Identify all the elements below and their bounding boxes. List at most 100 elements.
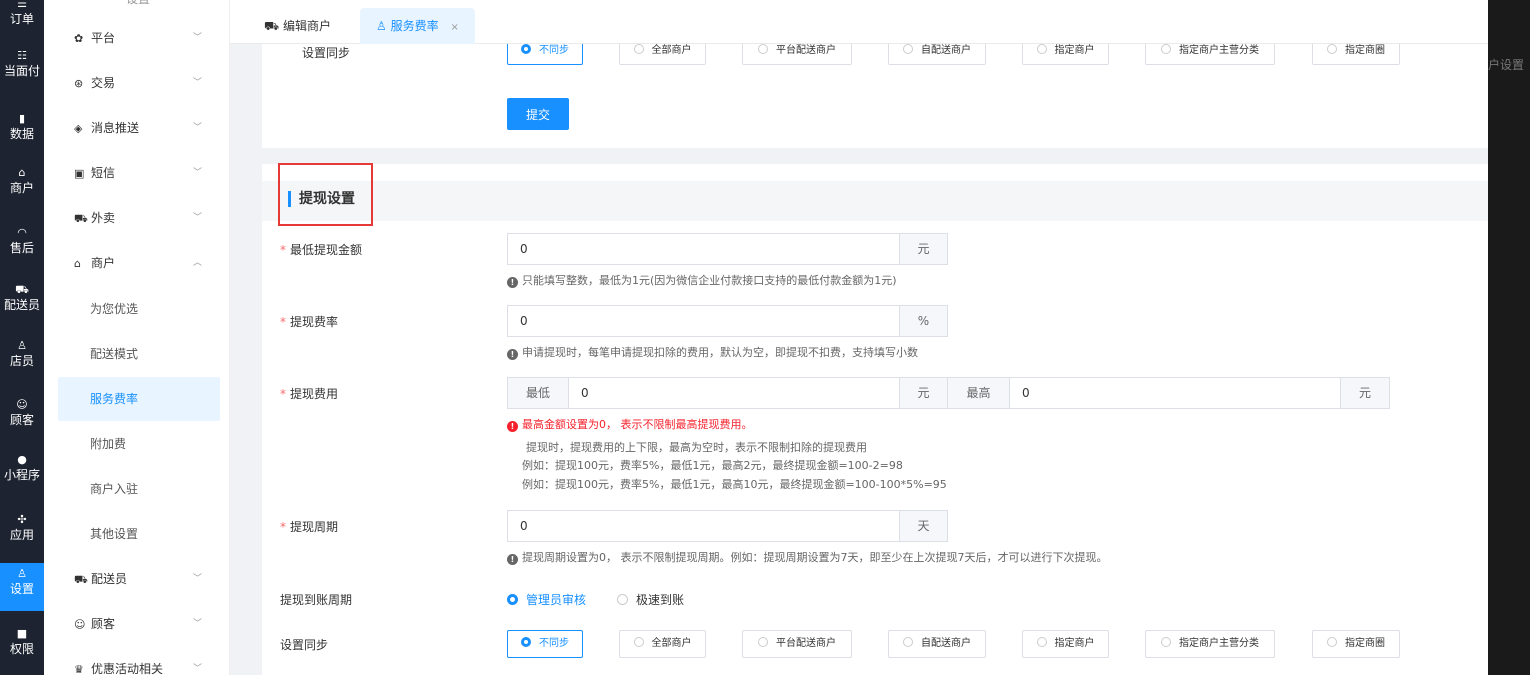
submit-button[interactable]: 提交 xyxy=(507,98,569,130)
menu-label: 交易 xyxy=(91,76,116,90)
radio-label: 指定商户主营分类 xyxy=(1179,45,1259,56)
radio-icon xyxy=(1036,637,1047,647)
radio-label: 平台配送商户 xyxy=(776,638,836,649)
tab-label: 编辑商户 xyxy=(282,19,331,33)
menu-group-platform[interactable]: ✿ 平台 ﹀ xyxy=(44,16,230,60)
store-icon: ⌂ xyxy=(18,166,26,179)
radio-icon xyxy=(758,637,768,647)
rate-input[interactable]: 0 xyxy=(507,305,900,337)
min-amount-input[interactable]: 0 xyxy=(507,233,900,265)
hint-text: 最高金额设置为0， 表示不限制最高提现费用。 xyxy=(522,418,753,431)
cut-off-tab-text: 户设置 xyxy=(1488,58,1525,72)
rail-label: 顾客 xyxy=(9,413,34,427)
list-icon: ☰ xyxy=(17,0,27,10)
rail-miniapp[interactable]: ● 小程序 xyxy=(0,454,44,483)
rail-courier[interactable]: ⛟ 配送员 xyxy=(0,283,44,313)
label-text: 提现周期 xyxy=(290,520,339,534)
radio-icon xyxy=(903,44,913,54)
scooter-icon: ⛟ xyxy=(15,283,29,296)
radio-icon xyxy=(1161,44,1171,54)
menu-group-takeout[interactable]: ⛟ 外卖 ﹀ xyxy=(44,196,230,240)
tab-edit-merchant[interactable]: ⛟ 编辑商户 xyxy=(248,8,347,44)
sync-option-district[interactable]: 指定商圈 xyxy=(1312,630,1400,658)
menu-group-push[interactable]: ◈ 消息推送 ﹀ xyxy=(44,106,230,150)
sync-option-category-top[interactable]: 指定商户主营分类 xyxy=(1145,44,1275,65)
menu-sub-recommend[interactable]: 为您优选 xyxy=(58,287,220,331)
period-hint: ! 提现周期设置为0， 表示不限制提现周期。例如：提现周期设置为7天，即至少在上次… xyxy=(507,549,1108,565)
section-divider xyxy=(262,148,1488,164)
arrival-option-admin[interactable]: 管理员审核 xyxy=(507,591,586,608)
sync-option-all-top[interactable]: 全部商户 xyxy=(619,44,706,65)
sync-option-none-top[interactable]: 不同步 xyxy=(507,44,583,65)
secondary-menu: 设置 ✿平台 ﹀ ⊛交易 ﹀ ◈消息推送 ﹀ ▣短信 ﹀ ⛟外卖 ﹀ ⌂商户 ︿… xyxy=(44,0,230,675)
menu-group-merchant[interactable]: ⌂ 商户 ︿ xyxy=(44,241,230,285)
rail-orders[interactable]: ☰ 订单 xyxy=(0,0,44,28)
period-input[interactable]: 0 xyxy=(507,510,900,542)
rail-label: 数据 xyxy=(9,127,34,141)
menu-sub-surcharge[interactable]: 附加费 xyxy=(58,422,220,466)
fee-hint-line1: 提现时，提现费用的上下限，最高为空时，表示不限制扣除的提现费用 xyxy=(526,441,867,454)
rail-clerk[interactable]: ♙ 店员 xyxy=(0,340,44,369)
sync-option-all[interactable]: 全部商户 xyxy=(619,630,706,658)
rail-customer[interactable]: ☺ 顾客 xyxy=(0,398,44,428)
menu-sub-other-settings[interactable]: 其他设置 xyxy=(58,512,220,556)
fee-max-prefix: 最高 xyxy=(947,377,1010,409)
right-overlay xyxy=(1488,0,1530,675)
sync-option-specified-top[interactable]: 指定商户 xyxy=(1022,44,1109,65)
fee-min-prefix: 最低 xyxy=(507,377,569,409)
customer-icon: ☺ xyxy=(16,398,28,411)
tab-label: 服务费率 xyxy=(390,19,439,33)
sync-option-none[interactable]: 不同步 xyxy=(507,630,583,658)
sync-option-self[interactable]: 自配送商户 xyxy=(888,630,986,658)
tab-service-rate[interactable]: ♙ 服务费率 × xyxy=(360,8,475,44)
radio-label: 指定商户 xyxy=(1054,45,1095,56)
fee-hint-line3: 例如：提现100元，费率5%，最低1元，最高10元，最终提现金额=100-100… xyxy=(522,478,947,491)
min-amount-label: * 最低提现金额 xyxy=(280,243,363,257)
push-icon: ◈ xyxy=(74,122,83,135)
sync-option-self-top[interactable]: 自配送商户 xyxy=(888,44,986,65)
fee-max-input[interactable]: 0 xyxy=(1009,377,1341,409)
headset-icon: ◠ xyxy=(17,226,27,239)
menu-group-customer[interactable]: ☺ 顾客 ﹀ xyxy=(44,602,230,646)
rail-permissions[interactable]: ■ 权限 xyxy=(0,627,44,657)
apps-icon: ✣ xyxy=(17,513,27,526)
chevron-down-icon: ﹀ xyxy=(192,33,202,43)
arrival-option-instant[interactable]: 极速到账 xyxy=(617,591,684,608)
menu-group-promotion[interactable]: ♛ 优惠活动相关 ﹀ xyxy=(44,647,230,675)
customer-icon: ☺ xyxy=(74,618,86,631)
sync-option-category[interactable]: 指定商户主营分类 xyxy=(1145,630,1275,658)
rail-apps[interactable]: ✣ 应用 xyxy=(0,513,44,543)
menu-group-sms[interactable]: ▣ 短信 ﹀ xyxy=(44,151,230,195)
sync-option-platform[interactable]: 平台配送商户 xyxy=(742,630,852,658)
sync-option-specified[interactable]: 指定商户 xyxy=(1022,630,1109,658)
fee-max-unit: 元 xyxy=(1340,377,1390,409)
menu-sub-delivery-mode[interactable]: 配送模式 xyxy=(58,332,220,376)
chevron-down-icon: ﹀ xyxy=(192,664,202,674)
rail-settings[interactable]: ♙ 设置 xyxy=(0,563,44,611)
rail-merchant[interactable]: ⌂ 商户 xyxy=(0,166,44,196)
highlight-box xyxy=(278,163,373,226)
fee-min-input[interactable]: 0 xyxy=(568,377,900,409)
chevron-down-icon: ﹀ xyxy=(192,619,202,629)
close-icon[interactable]: × xyxy=(450,22,458,33)
sync-option-platform-top[interactable]: 平台配送商户 xyxy=(742,44,852,65)
settings-user-icon: ♙ xyxy=(17,567,27,580)
rail-aftersale[interactable]: ◠ 售后 xyxy=(0,226,44,256)
lock-icon: ■ xyxy=(16,627,28,640)
sync-option-district-top[interactable]: 指定商圈 xyxy=(1312,44,1400,65)
radio-label: 自配送商户 xyxy=(921,638,971,649)
rail-facepay[interactable]: ☷ 当面付 xyxy=(0,50,44,79)
menu-sub-service-rate[interactable]: 服务费率 xyxy=(58,377,220,421)
menu-group-trade[interactable]: ⊛ 交易 ﹀ xyxy=(44,61,230,105)
user-icon: ♙ xyxy=(376,19,387,33)
menu-label: 商户 xyxy=(91,256,116,270)
rail-label: 商户 xyxy=(9,181,34,195)
menu-sub-merchant-join[interactable]: 商户入驻 xyxy=(58,467,220,511)
rail-data[interactable]: ▮ 数据 xyxy=(0,113,44,142)
scooter-icon: ⛟ xyxy=(74,212,88,225)
radio-label: 指定商户 xyxy=(1054,638,1095,649)
menu-group-courier[interactable]: ⛟ 配送员 ﹀ xyxy=(44,557,230,601)
gift-icon: ♛ xyxy=(74,663,84,675)
chevron-down-icon: ﹀ xyxy=(192,213,202,223)
chevron-down-icon: ﹀ xyxy=(192,78,202,88)
